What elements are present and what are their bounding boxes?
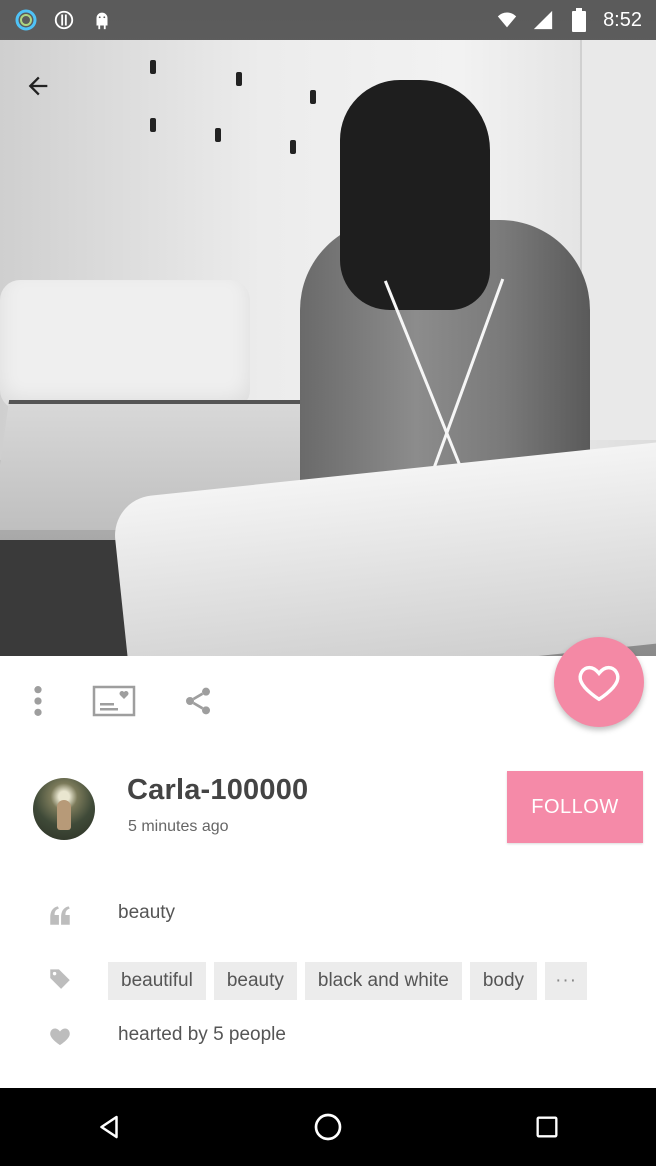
avatar-figure [57,800,71,830]
heart-button[interactable] [554,637,644,727]
signal-icon [531,8,555,32]
photo-light [310,90,316,104]
add-to-collection-icon [92,685,136,717]
back-button[interactable] [14,62,62,110]
tag-chip[interactable]: beautiful [108,962,206,1000]
quote-icon [46,901,74,929]
battery-icon [567,8,591,32]
nav-back-button[interactable] [74,1097,144,1157]
photo-door [580,40,656,440]
caption-row: beauty [0,900,656,930]
hearted-by-text[interactable]: hearted by 5 people [118,1024,286,1046]
ring-app-icon [14,8,38,32]
more-vertical-icon [34,686,42,716]
follow-button[interactable]: FOLLOW [507,771,643,843]
android-icon [90,8,114,32]
tag-list: beautiful beauty black and white body ··… [108,962,588,1000]
photo-light [290,140,296,154]
photo-light [150,60,156,74]
wifi-icon [495,8,519,32]
photo-sofa [0,280,250,410]
share-button[interactable] [174,677,222,725]
status-time: 8:52 [603,8,642,31]
nav-recents-icon [536,1116,558,1138]
tag-chip[interactable]: beauty [213,962,297,1000]
status-bar: 8:52 [0,0,656,40]
post-photo [0,0,656,656]
photo-light [215,128,221,142]
tag-chip[interactable]: body [469,962,538,1000]
nav-home-button[interactable] [293,1097,363,1157]
post-timestamp: 5 minutes ago [128,818,229,835]
tag-chip[interactable]: black and white [304,962,462,1000]
nav-back-icon [100,1115,119,1139]
heart-icon [578,665,620,702]
photo-subject-hair [340,80,490,310]
post-caption: beauty [118,902,176,923]
author-username[interactable]: Carla-100000 [127,774,308,807]
author-avatar[interactable] [33,778,95,840]
add-to-collection-button[interactable] [90,677,138,725]
photo-light [150,118,156,132]
nav-home-icon [314,1113,342,1141]
alert-icon [52,8,76,32]
tags-row: beautiful beauty black and white body ··… [0,962,656,1002]
more-options-button[interactable] [14,677,62,725]
photo-light [236,72,242,86]
heart-small-icon [46,1022,74,1050]
navigation-bar [0,1088,656,1166]
more-tags-button[interactable]: ··· [545,962,588,1000]
nav-recents-button[interactable] [512,1097,582,1157]
share-icon [186,687,210,715]
hearted-row: hearted by 5 people [0,1022,656,1052]
arrow-back-icon [28,76,48,96]
tag-icon [46,964,74,992]
